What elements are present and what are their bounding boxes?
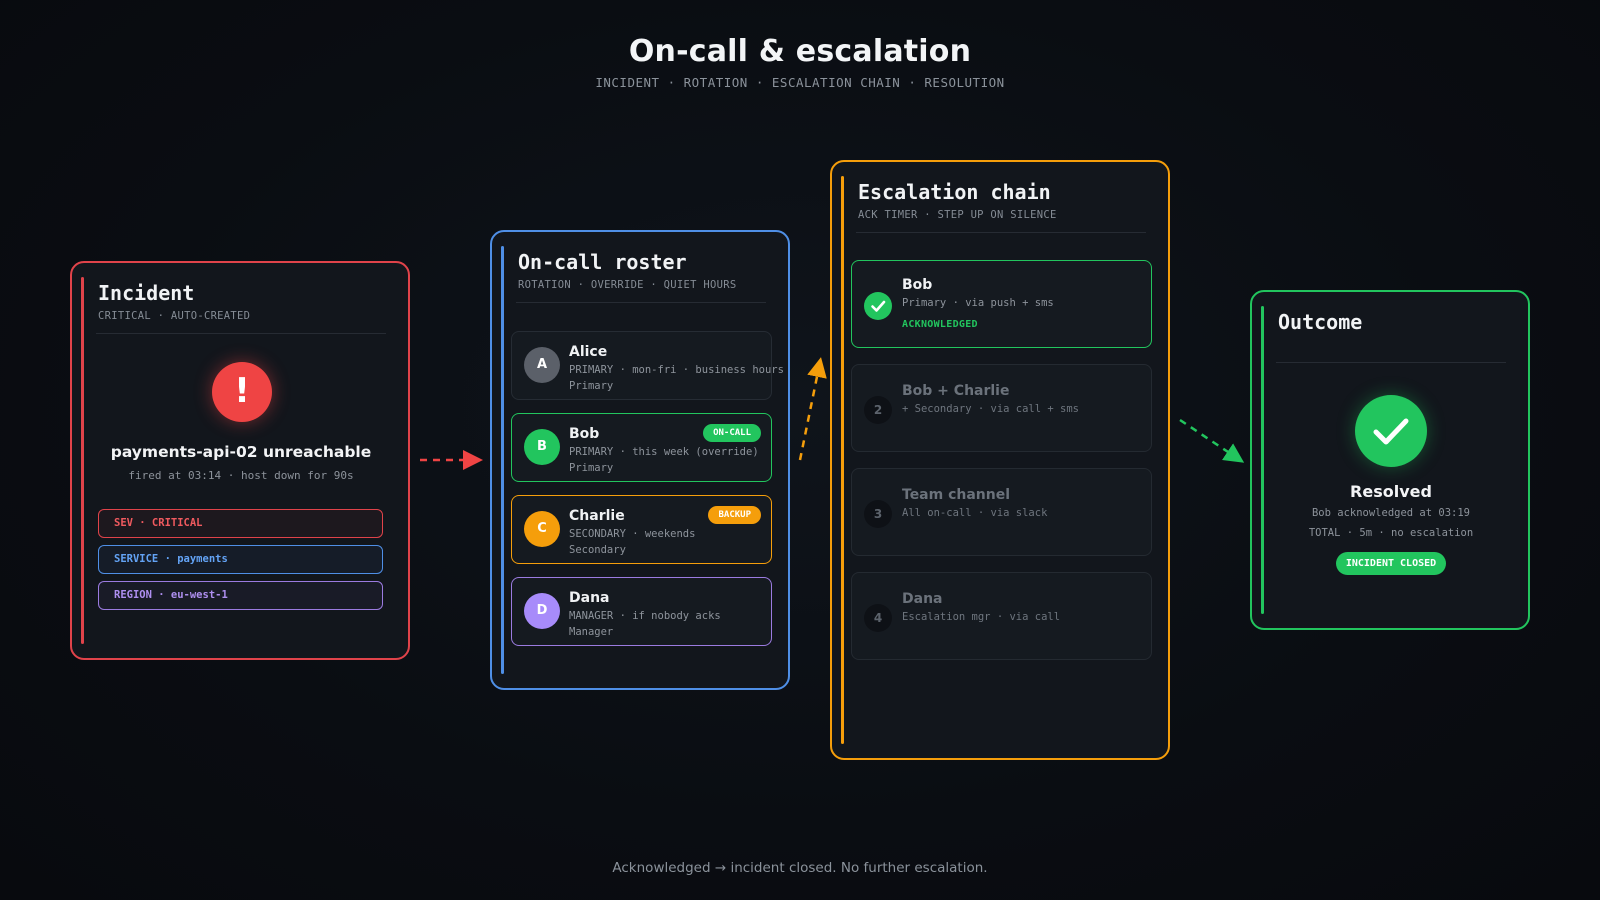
step-desc: + Secondary · via call + sms: [902, 403, 1080, 415]
escalation-step-4[interactable]: 4 Dana Escalation mgr · via call: [851, 572, 1152, 660]
person-role: Manager: [569, 626, 614, 638]
acknowledged-status: ACKNOWLEDGED: [902, 319, 978, 330]
incident-closed-badge: INCIDENT CLOSED: [1336, 552, 1446, 575]
avatar: C: [524, 511, 560, 547]
step-number: 4: [864, 604, 892, 632]
on-call-badge: ON-CALL: [703, 424, 761, 442]
incident-title: Incident: [98, 281, 195, 305]
step-desc: Escalation mgr · via call: [902, 611, 1061, 623]
escalation-step-3[interactable]: 3 Team channel All on-call · via slack: [851, 468, 1152, 556]
checkmark-icon: [1355, 395, 1427, 467]
step-desc: Primary · via push + sms: [902, 297, 1054, 309]
person-schedule: MANAGER · if nobody acks: [569, 610, 721, 622]
person-role: Secondary: [569, 544, 626, 556]
backup-badge: BACKUP: [708, 506, 761, 524]
roster-person-dana[interactable]: D Dana MANAGER · if nobody acks Manager: [511, 577, 772, 646]
roster-person-alice[interactable]: A Alice PRIMARY · mon-fri · business hou…: [511, 331, 784, 400]
escalation-accent-bar: [841, 176, 844, 744]
region-tag: REGION · eu-west-1: [98, 581, 383, 610]
escalation-subtitle: ACK TIMER · STEP UP ON SILENCE: [858, 209, 1057, 221]
total-detail: TOTAL · 5m · no escalation: [1308, 527, 1474, 539]
person-schedule: PRIMARY · this week (override): [569, 446, 759, 458]
roster-accent-bar: [501, 246, 504, 674]
check-icon: [864, 292, 892, 320]
incident-divider: [96, 333, 386, 334]
escalation-step-2[interactable]: 2 Bob + Charlie + Secondary · via call +…: [851, 364, 1152, 452]
step-number: 3: [864, 500, 892, 528]
escalation-divider: [856, 232, 1146, 233]
service-tag: SERVICE · payments: [98, 545, 383, 574]
incident-panel: Incident CRITICAL · AUTO-CREATED ! payme…: [70, 261, 410, 660]
person-name: Alice: [569, 344, 608, 360]
roster-title: On-call roster: [518, 250, 687, 274]
person-schedule: SECONDARY · weekends: [569, 528, 696, 540]
outcome-panel: Outcome Resolved Bob acknowledged at 03:…: [1250, 290, 1530, 630]
resolution-status: Resolved: [1350, 482, 1432, 501]
step-desc: All on-call · via slack: [902, 507, 1048, 519]
alert-icon: !: [212, 362, 272, 422]
escalation-panel: Escalation chain ACK TIMER · STEP UP ON …: [830, 160, 1170, 760]
avatar: B: [524, 429, 560, 465]
step-name: Bob + Charlie: [902, 383, 1010, 399]
footer-caption: Acknowledged → incident closed. No furth…: [612, 860, 988, 876]
avatar: D: [524, 593, 560, 629]
diagram-subtitle: INCIDENT · ROTATION · ESCALATION CHAIN ·…: [595, 75, 1005, 90]
step-number: 2: [864, 396, 892, 424]
incident-name: payments-api-02 unreachable: [110, 443, 372, 461]
arrow-roster-to-escalation: [798, 357, 827, 461]
escalation-step-1[interactable]: Bob Primary · via push + sms ACKNOWLEDGE…: [851, 260, 1152, 348]
roster-panel: On-call roster ROTATION · OVERRIDE · QUI…: [490, 230, 790, 690]
person-role: Primary: [569, 462, 614, 474]
outcome-divider: [1276, 362, 1506, 363]
roster-subtitle: ROTATION · OVERRIDE · QUIET HOURS: [518, 279, 737, 291]
roster-person-bob[interactable]: B Bob PRIMARY · this week (override) Pri…: [511, 413, 772, 482]
diagram-header: On-call & escalation INCIDENT · ROTATION…: [0, 34, 1600, 90]
person-schedule: PRIMARY · mon-fri · business hours: [569, 364, 784, 376]
person-name: Charlie: [569, 508, 625, 524]
severity-tag: SEV · CRITICAL: [98, 509, 383, 538]
ack-detail: Bob acknowledged at 03:19: [1311, 507, 1471, 519]
outcome-accent-bar: [1261, 306, 1264, 614]
roster-divider: [516, 302, 766, 303]
roster-person-charlie[interactable]: C Charlie SECONDARY · weekends Secondary…: [511, 495, 772, 564]
person-role: Primary: [569, 380, 614, 392]
diagram-title: On-call & escalation: [628, 34, 972, 69]
avatar: A: [524, 347, 560, 383]
incident-fired-time: fired at 03:14 · host down for 90s: [128, 469, 354, 482]
step-name: Bob: [902, 277, 933, 293]
incident-subtitle: CRITICAL · AUTO-CREATED: [98, 310, 251, 322]
escalation-title: Escalation chain: [858, 180, 1051, 204]
outcome-title: Outcome: [1278, 310, 1363, 334]
arrow-escalation-to-outcome: [1179, 418, 1245, 463]
step-name: Team channel: [902, 487, 1011, 503]
step-name: Dana: [902, 591, 943, 607]
person-name: Dana: [569, 590, 610, 606]
person-name: Bob: [569, 426, 600, 442]
